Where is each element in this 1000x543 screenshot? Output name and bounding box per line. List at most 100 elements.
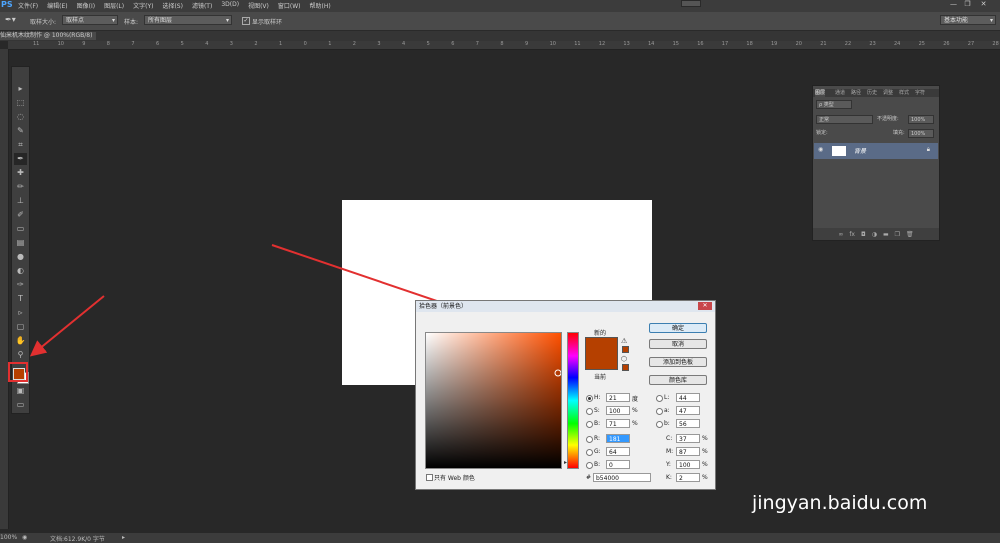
tab-paths[interactable]: 路径 [851, 89, 861, 97]
saturation-radio[interactable] [586, 408, 593, 415]
saturation-label: S: [594, 407, 600, 414]
brightness-radio[interactable] [586, 421, 593, 428]
green-field[interactable]: 64 [606, 447, 630, 456]
tab-layers[interactable]: 图层 [815, 89, 826, 97]
lightness-radio[interactable] [656, 395, 663, 402]
opacity-label: 不透明度: [877, 116, 899, 122]
black-unit: % [702, 474, 708, 481]
yellow-field[interactable]: 100 [676, 460, 700, 469]
new-layer-icon[interactable]: ❐ [895, 231, 900, 238]
blend-mode-select[interactable]: 正常 [816, 115, 873, 124]
hex-label: # [586, 474, 592, 481]
cyan-field[interactable]: 37 [676, 434, 700, 443]
mask-icon[interactable]: ◘ [861, 231, 866, 238]
opacity-field[interactable]: 100% [908, 115, 934, 124]
hue-slider-handle[interactable]: ▸ [564, 459, 567, 466]
b-lab-field[interactable]: 56 [676, 419, 700, 428]
saturation-unit: % [632, 407, 638, 414]
red-radio[interactable] [586, 436, 593, 443]
current-color-label: 当前 [594, 374, 607, 381]
blue-radio[interactable] [586, 462, 593, 469]
fx-icon[interactable]: fx [849, 231, 855, 238]
blue-label: B: [594, 461, 601, 468]
tab-character[interactable]: 字符 [915, 89, 925, 97]
web-safe-swatch[interactable] [622, 364, 629, 371]
tab-styles[interactable]: 样式 [899, 89, 909, 97]
tab-history[interactable]: 历史 [867, 89, 877, 97]
link-icon[interactable]: ∞ [838, 231, 843, 238]
arrow-to-swatch [29, 295, 105, 357]
lightness-label: L: [664, 394, 670, 401]
eye-icon[interactable]: ◉ [818, 146, 823, 153]
b-lab-radio[interactable] [656, 421, 663, 428]
status-bar: 100% ◉ 文档:612.9K/0 字节 ▸ [0, 533, 1000, 543]
baidu-watermark-logo [748, 430, 948, 494]
hue-radio[interactable] [586, 395, 593, 402]
yellow-label: Y: [666, 461, 671, 468]
fill-label: 填充: [893, 130, 905, 136]
black-label: K: [666, 474, 672, 481]
dialog-title: 拾色器（前景色） [416, 301, 715, 312]
layer-kind-filter[interactable]: ρ 类型 [816, 100, 852, 109]
gamut-warning-icon[interactable]: ⚠ [621, 337, 627, 345]
document-info: 文档:612.9K/0 字节 [50, 536, 105, 543]
magenta-unit: % [702, 448, 708, 455]
new-color-label: 新的 [594, 330, 607, 337]
gamut-swatch[interactable] [622, 346, 629, 353]
color-picker-dialog: 拾色器（前景色） ✕ ▸ 新的 当前 ⚠ ⬡ 确定 取消 添加到色板 颜色库 H… [415, 300, 716, 490]
hue-field[interactable]: 21 [606, 393, 630, 402]
web-safe-icon[interactable]: ⬡ [621, 355, 627, 363]
folder-icon[interactable]: ▬ [883, 231, 889, 238]
hue-slider[interactable]: ▸ [564, 332, 579, 469]
add-to-swatches-button[interactable]: 添加到色板 [649, 357, 707, 367]
status-icon: ◉ [22, 534, 28, 541]
black-field[interactable]: 2 [676, 473, 700, 482]
trash-icon[interactable]: 🗑︎ [906, 231, 914, 238]
yellow-unit: % [702, 461, 708, 468]
zoom-level[interactable]: 100% [0, 534, 17, 541]
cancel-button[interactable]: 取消 [649, 339, 707, 349]
cyan-label: C: [666, 435, 673, 442]
panel-tabs: 图层 通道 路径 历史 调整 样式 字符 [813, 89, 939, 97]
color-libraries-button[interactable]: 颜色库 [649, 375, 707, 385]
color-field-marker [554, 369, 561, 377]
layers-panel-footer: ∞ fx ◘ ◑ ▬ ❐ 🗑︎ [813, 228, 939, 240]
a-field[interactable]: 47 [676, 406, 700, 415]
brightness-field[interactable]: 71 [606, 419, 630, 428]
color-field[interactable] [425, 332, 562, 469]
lock-label: 锁定: [816, 130, 828, 136]
a-radio[interactable] [656, 408, 663, 415]
b-lab-label: b: [664, 420, 670, 427]
close-icon[interactable]: ✕ [698, 302, 712, 310]
saturation-field[interactable]: 100 [606, 406, 630, 415]
adjustment-icon[interactable]: ◑ [872, 231, 877, 238]
blue-field[interactable]: 0 [606, 460, 630, 469]
cyan-unit: % [702, 435, 708, 442]
hue-label: H: [594, 394, 601, 401]
fill-field[interactable]: 100% [908, 129, 934, 138]
lock-icon: 🔒︎ [926, 146, 930, 153]
green-label: G: [594, 448, 601, 455]
magenta-field[interactable]: 87 [676, 447, 700, 456]
green-radio[interactable] [586, 449, 593, 456]
tab-adjustments[interactable]: 调整 [883, 89, 893, 97]
layer-thumbnail [832, 146, 846, 156]
tab-channels[interactable]: 通道 [835, 89, 845, 97]
current-color-swatch[interactable] [585, 353, 618, 370]
watermark-url: jingyan.baidu.com [752, 492, 928, 514]
status-arrow-icon[interactable]: ▸ [122, 534, 125, 541]
red-field[interactable]: 181 [606, 434, 630, 443]
layers-panel: 图层 通道 路径 历史 调整 样式 字符 ρ 类型 正常 不透明度: 100% … [812, 85, 940, 241]
web-only-label: 只有 Web 颜色 [434, 475, 475, 482]
brightness-unit: % [632, 420, 638, 427]
red-label: R: [594, 435, 601, 442]
new-color-swatch [585, 337, 618, 354]
layer-name: 背景 [854, 148, 867, 155]
lightness-field[interactable]: 44 [676, 393, 700, 402]
web-only-checkbox[interactable] [426, 474, 433, 481]
ok-button[interactable]: 确定 [649, 323, 707, 333]
brightness-label: B: [594, 420, 601, 427]
hex-field[interactable]: b54000 [593, 473, 651, 482]
magenta-label: M: [666, 448, 674, 455]
layer-row-background[interactable]: ◉ 背景 🔒︎ [814, 143, 938, 159]
